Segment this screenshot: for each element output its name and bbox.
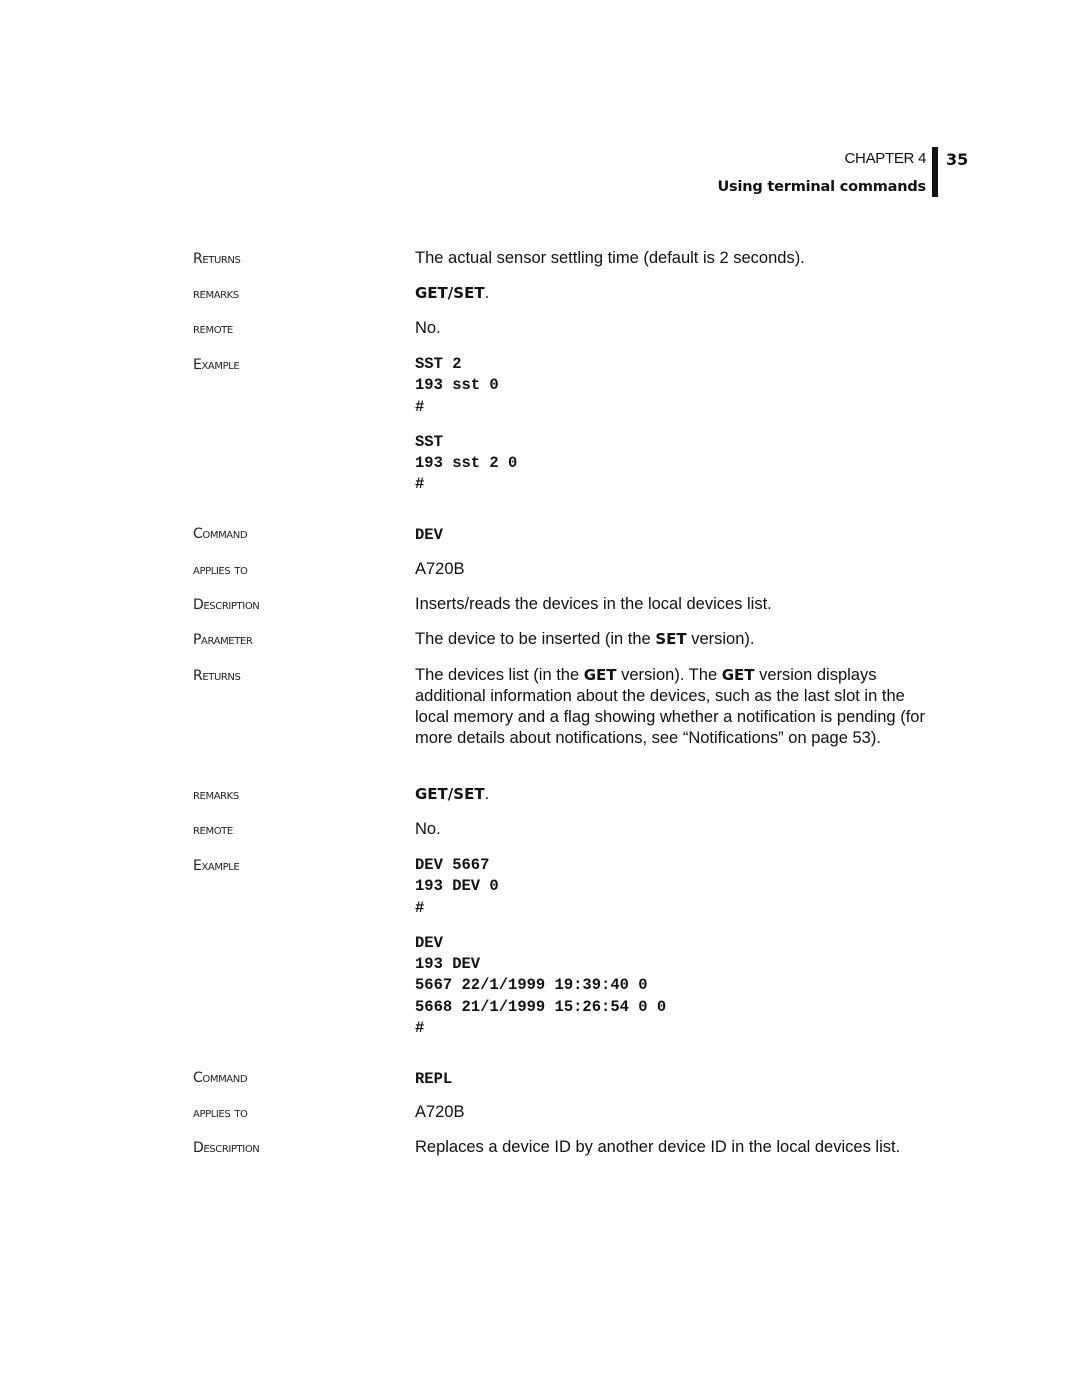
remarks-value: GET/SET — [415, 785, 485, 803]
remarks-suffix: . — [484, 284, 490, 302]
remote-label: remote — [193, 321, 233, 337]
code-example: DEV 193 DEV 5667 22/1/1999 19:39:40 0 5668 … — [415, 933, 945, 1039]
code-example: SST 193 sst 2 0 # — [415, 432, 945, 496]
remarks-label: remarks — [193, 787, 239, 803]
chapter-label: CHAPTER 4 — [844, 150, 927, 167]
returns-text: The devices list (in the — [415, 666, 584, 684]
command-value: REPL — [415, 1070, 453, 1088]
code-line: 5667 22/1/1999 19:39:40 0 — [415, 976, 648, 995]
description-value: Replaces a device ID by another device I… — [415, 1138, 901, 1156]
parameter-text: version). — [686, 630, 755, 648]
remarks-label: remarks — [193, 286, 239, 302]
example-label: Example — [193, 357, 240, 373]
applies-value: A720B — [415, 1103, 465, 1121]
command-label: Command — [193, 1070, 248, 1086]
returns-text: version). The — [616, 666, 722, 684]
description-label: Description — [193, 597, 260, 613]
returns-label: Returns — [193, 251, 241, 267]
code-line: # — [415, 1019, 425, 1038]
code-line: 193 DEV 0 — [415, 877, 499, 896]
returns-value: The actual sensor settling time (default… — [415, 249, 805, 267]
code-line: DEV 5667 — [415, 856, 490, 874]
code-line: # — [415, 475, 425, 494]
code-example: SST 2 193 sst 0 # — [415, 354, 945, 418]
returns-label: Returns — [193, 668, 241, 684]
parameter-bold: SET — [655, 630, 687, 648]
code-line: 5668 21/1/1999 15:26:54 0 0 — [415, 997, 667, 1016]
remote-value: No. — [415, 820, 441, 838]
description-value: Inserts/reads the devices in the local d… — [415, 595, 772, 613]
code-line: 193 DEV — [415, 955, 481, 974]
parameter-label: Parameter — [193, 632, 253, 648]
header-divider — [932, 147, 938, 197]
example-label: Example — [193, 858, 240, 874]
applies-value: A720B — [415, 560, 465, 578]
code-line: 193 sst 2 0 — [415, 454, 518, 473]
code-line: # — [415, 898, 425, 917]
applies-label: applies to — [193, 1105, 248, 1121]
remarks-value: GET/SET — [415, 284, 485, 302]
code-line: 193 sst 0 — [415, 376, 499, 395]
remote-value: No. — [415, 319, 441, 337]
command-value: DEV — [415, 526, 443, 544]
page-number: 35 — [946, 150, 969, 169]
code-line: SST 2 — [415, 355, 462, 373]
remote-label: remote — [193, 822, 233, 838]
returns-bold: GET — [583, 666, 617, 684]
code-example: DEV 5667 193 DEV 0 # — [415, 855, 945, 919]
command-label: Command — [193, 526, 248, 542]
remarks-suffix: . — [484, 785, 490, 803]
code-line: # — [415, 397, 425, 416]
code-line: SST — [415, 432, 443, 451]
returns-bold: GET — [721, 666, 755, 684]
code-line: DEV — [415, 933, 443, 952]
section-title: Using terminal commands — [717, 179, 926, 195]
parameter-text: The device to be inserted (in the — [415, 630, 656, 648]
description-label: Description — [193, 1140, 260, 1156]
applies-label: applies to — [193, 562, 248, 578]
